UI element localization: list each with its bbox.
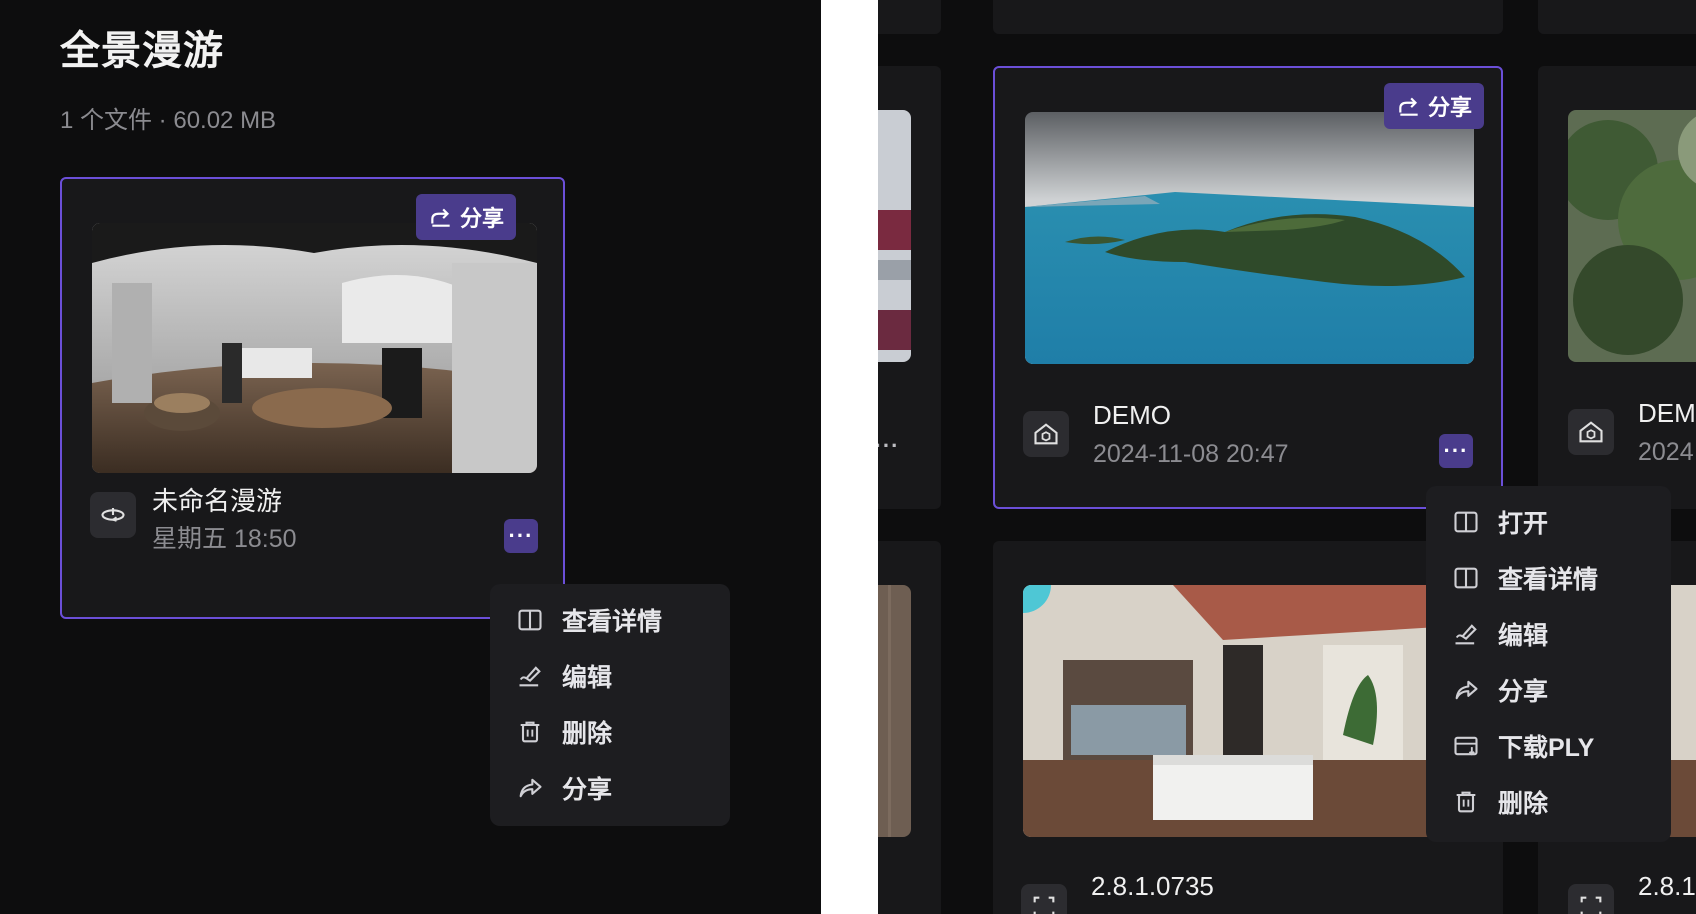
panel-icon <box>518 609 542 631</box>
card-name: DEMO <box>1093 400 1171 430</box>
panorama-rotate-icon <box>101 508 125 522</box>
grid-card-bottom-left[interactable] <box>878 541 941 914</box>
right-panel: ··· 分享 <box>878 0 1696 914</box>
tour-type-icon <box>90 492 136 538</box>
share-arrow-icon <box>519 778 542 798</box>
forest-image <box>1568 110 1696 362</box>
card-date: 2024 <box>1638 438 1694 466</box>
grid-card-top-center[interactable] <box>993 0 1503 34</box>
scene-type-icon <box>1568 409 1614 455</box>
scene-type-icon <box>1021 884 1067 914</box>
card-thumbnail[interactable] <box>1023 585 1472 837</box>
card-name: 未命名漫游 <box>152 486 283 516</box>
share-badge-button[interactable]: 分享 <box>1384 83 1485 129</box>
tour-card[interactable]: 分享 未命名漫游 星期五 18:50 ··· <box>60 177 565 619</box>
share-badge-label: 分享 <box>460 206 505 231</box>
card-thumbnail[interactable] <box>878 110 911 362</box>
scan-icon <box>1580 896 1602 914</box>
menu-item-view-details[interactable]: 查看详情 <box>490 592 730 648</box>
menu-item-open[interactable]: 打开 <box>1426 494 1671 550</box>
menu-item-delete[interactable]: 删除 <box>490 704 730 760</box>
scan-icon <box>1033 896 1055 914</box>
card-name: 2.8.1. <box>1638 871 1696 901</box>
edit-icon <box>1455 624 1477 645</box>
card-name: 2.8.1.0735 <box>1091 871 1214 901</box>
menu-item-share[interactable]: 分享 <box>1426 662 1671 718</box>
menu-item-edit[interactable]: 编辑 <box>490 648 730 704</box>
menu-item-edit[interactable]: 编辑 <box>1426 606 1671 662</box>
wood-panel-image <box>878 585 911 837</box>
file-summary: 1 个文件 · 60.02 MB <box>60 107 277 134</box>
card-thumbnail[interactable] <box>92 223 537 473</box>
card-thumbnail[interactable] <box>878 585 911 837</box>
menu-item-share[interactable]: 分享 <box>490 760 730 816</box>
share-icon <box>431 208 450 227</box>
menu-item-delete[interactable]: 删除 <box>1426 774 1671 830</box>
grid-card-partial-right[interactable]: DEMO 2024 <box>1538 66 1696 509</box>
grid-card-top-left[interactable] <box>878 0 941 34</box>
more-options-button[interactable]: ··· <box>1439 434 1473 468</box>
context-menu: 查看详情 编辑 删除 分享 <box>490 584 730 826</box>
share-badge-button[interactable]: 分享 <box>416 194 517 240</box>
card-thumbnail[interactable] <box>1025 112 1474 364</box>
more-options-button[interactable]: ··· <box>504 519 538 553</box>
edit-icon <box>519 666 541 687</box>
trash-icon <box>1456 791 1476 813</box>
card-date: 星期五 18:50 <box>152 525 297 553</box>
home-cube-icon <box>1034 423 1058 445</box>
trash-icon <box>520 721 540 743</box>
share-badge-label: 分享 <box>1428 95 1473 120</box>
panorama-room-image <box>92 223 537 473</box>
panel-icon <box>1454 511 1478 533</box>
left-panel: 全景漫游 1 个文件 · 60.02 MB 分享 未命名漫游 星期五 18:50… <box>0 0 821 914</box>
kitchen-image <box>1023 585 1472 837</box>
demo-card[interactable]: 分享 DEMO 2024-11-08 20:47 ··· <box>993 66 1503 509</box>
card-name: DEMO <box>1638 398 1696 428</box>
share-arrow-icon <box>1455 680 1478 700</box>
card-thumbnail[interactable] <box>1568 110 1696 362</box>
grid-card-top-right[interactable] <box>1538 0 1696 34</box>
context-menu: 打开 查看详情 编辑 分享 下载PLY 删除 <box>1426 486 1671 842</box>
card-date: 2024-11-08 20:47 <box>1093 440 1289 468</box>
more-options-button[interactable]: ··· <box>878 429 904 463</box>
grid-card-partial-left[interactable]: ··· <box>878 66 941 509</box>
menu-item-view-details[interactable]: 查看详情 <box>1426 550 1671 606</box>
download-icon <box>1454 736 1478 756</box>
page-title: 全景漫游 <box>60 29 224 73</box>
share-icon <box>1399 97 1418 116</box>
menu-item-download-ply[interactable]: 下载PLY <box>1426 718 1671 774</box>
building-image <box>878 110 911 362</box>
home-cube-icon <box>1579 421 1603 443</box>
scene-type-icon <box>1023 411 1069 457</box>
scene-type-icon <box>1568 884 1614 914</box>
island-image <box>1025 112 1474 364</box>
panel-icon <box>1454 567 1478 589</box>
